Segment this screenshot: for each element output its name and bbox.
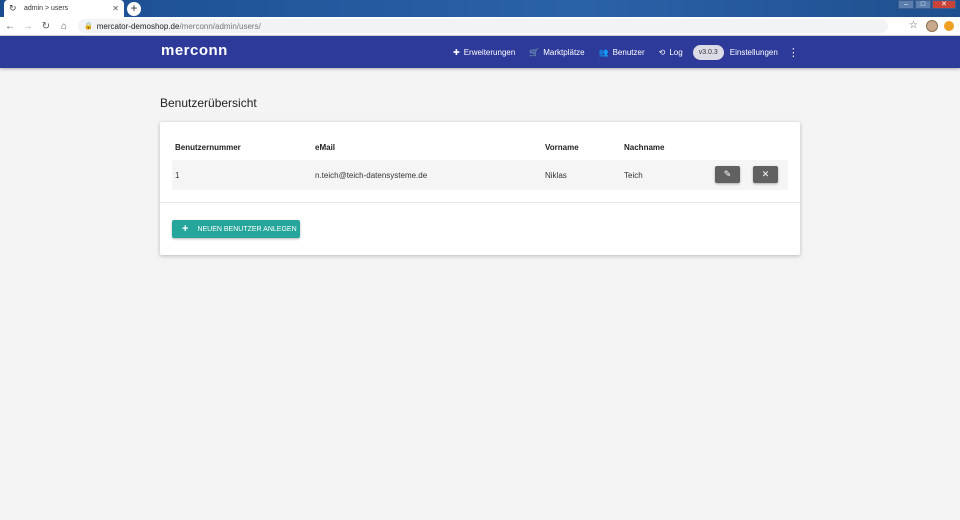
address-bar: ← → ↻ ⌂ 🔒 mercator-demoshop.de/merconn/a… <box>0 17 960 36</box>
tab-title: admin > users <box>24 5 69 12</box>
logo[interactable]: merconn <box>161 42 228 59</box>
nav-item-log[interactable]: ⟲ Log <box>659 48 683 57</box>
close-icon[interactable]: ✕ <box>112 4 119 13</box>
add-user-button-label: NEUEN BENUTZER ANLEGEN <box>197 225 297 233</box>
window-controls: – □ ✕ <box>897 0 956 9</box>
cell-number: 1 <box>175 171 180 180</box>
cell-firstname: Niklas <box>545 171 567 180</box>
url-host: mercator-demoshop.de <box>96 21 180 31</box>
plus-icon[interactable]: + <box>127 2 141 16</box>
browser-title-bar: ↻ admin > users ✕ + – □ ✕ <box>0 0 960 17</box>
forward-icon[interactable]: → <box>20 21 36 32</box>
plus-icon: + <box>182 223 189 235</box>
cell-lastname: Teich <box>624 171 643 180</box>
page-title: Benutzerübersicht <box>160 96 257 110</box>
divider <box>160 202 800 203</box>
people-icon: 👥 <box>598 47 609 57</box>
cart-icon: 🛒 <box>529 47 540 57</box>
close-icon: ✕ <box>761 169 770 179</box>
nav-item-benutzer[interactable]: 👥 Benutzer <box>599 48 645 57</box>
nav-item-label: Erweiterungen <box>463 47 516 57</box>
users-card: Benutzernummer eMail Vorname Nachname 1 … <box>160 122 800 255</box>
table-header: Benutzernummer eMail Vorname Nachname <box>172 136 788 158</box>
url-input[interactable]: 🔒 mercator-demoshop.de/merconn/admin/use… <box>78 19 888 33</box>
lock-icon: 🔒 <box>84 23 93 30</box>
add-user-button[interactable]: + NEUEN BENUTZER ANLEGEN <box>172 220 300 238</box>
minimize-icon[interactable]: – <box>898 0 914 9</box>
nav-item-einstellungen[interactable]: Einstellungen <box>730 48 778 57</box>
tab-favicon-icon: ↻ <box>9 3 17 13</box>
app-header: merconn ✚ Erweiterungen 🛒 Marktplätze 👥 … <box>0 36 960 68</box>
back-icon[interactable]: ← <box>2 21 18 32</box>
more-vert-icon[interactable]: ⋮ <box>788 46 799 59</box>
version-badge: v3.0.3 <box>692 44 724 60</box>
url-path: /merconn/admin/users/ <box>179 21 261 31</box>
reload-icon[interactable]: ↻ <box>38 21 54 32</box>
cell-email: n.teich@teich-datensysteme.de <box>315 171 428 180</box>
nav-item-erweiterungen[interactable]: ✚ Erweiterungen <box>453 48 515 57</box>
window-close-icon[interactable]: ✕ <box>932 0 956 9</box>
home-icon[interactable]: ⌂ <box>56 21 72 32</box>
pencil-icon: ✎ <box>723 169 732 179</box>
column-header-firstname: Vorname <box>545 143 579 152</box>
column-header-lastname: Nachname <box>624 143 665 152</box>
column-header-number: Benutzernummer <box>175 143 241 152</box>
nav-item-label: Marktplätze <box>543 47 585 57</box>
puzzle-icon: ✚ <box>453 47 460 57</box>
delete-button[interactable]: ✕ <box>753 166 778 183</box>
edit-button[interactable]: ✎ <box>715 166 740 183</box>
extension-icon[interactable] <box>944 21 954 31</box>
history-icon: ⟲ <box>658 47 666 57</box>
nav-item-marktplaetze[interactable]: 🛒 Marktplätze <box>529 48 584 57</box>
nav-item-label: Log <box>669 47 683 57</box>
table-row: 1 n.teich@teich-datensysteme.de Niklas T… <box>172 160 788 190</box>
main-nav: ✚ Erweiterungen 🛒 Marktplätze 👥 Benutzer… <box>453 36 799 68</box>
browser-tab[interactable]: ↻ admin > users ✕ <box>4 0 124 17</box>
maximize-icon[interactable]: □ <box>915 0 931 9</box>
column-header-email: eMail <box>315 143 336 152</box>
profile-avatar-icon[interactable] <box>926 20 938 32</box>
star-icon[interactable]: ☆ <box>909 20 918 31</box>
nav-item-label: Benutzer <box>612 47 645 57</box>
